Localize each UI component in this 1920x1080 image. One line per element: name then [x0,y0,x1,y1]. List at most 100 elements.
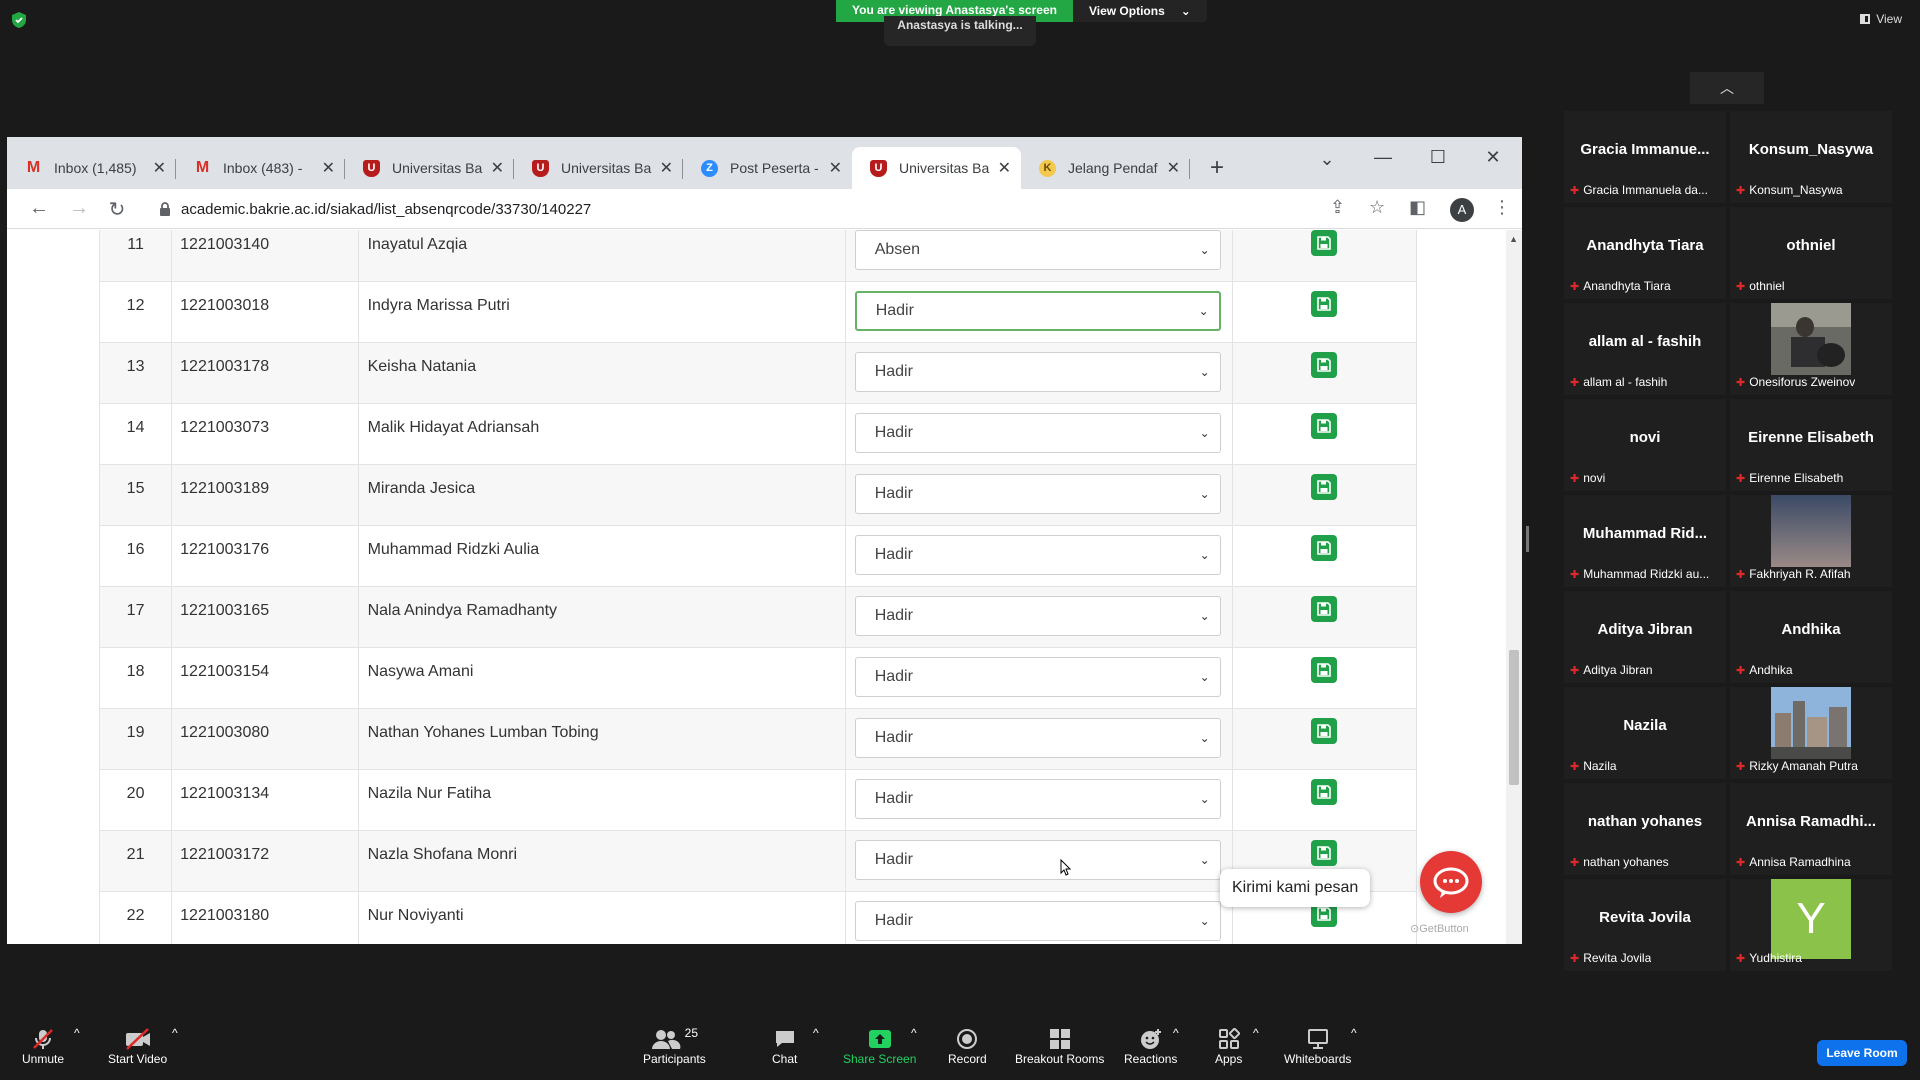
scroll-up-icon[interactable]: ▲ [1509,234,1518,244]
menu-kebab-icon[interactable]: ⋮ [1493,197,1511,218]
browser-tab[interactable]: M Inbox (1,485) ✕ [7,147,176,189]
chat-options-caret[interactable]: ^ [813,1026,819,1040]
leave-room-button[interactable]: Leave Room [1817,1040,1907,1066]
participant-tile[interactable]: Aditya Jibran ✚ Aditya Jibran [1564,591,1726,683]
breakout-rooms-button[interactable]: Breakout Rooms [1015,1026,1104,1066]
close-tab-icon[interactable]: ✕ [829,158,842,178]
close-tab-icon[interactable]: ✕ [491,158,504,178]
chat-prompt-bubble[interactable]: Kirimi kami pesan [1220,869,1371,907]
whiteboards-button[interactable]: Whiteboards [1284,1026,1351,1066]
attendance-status-select[interactable]: Hadir ⌄ [854,779,1221,819]
participant-tile[interactable]: Muhammad Rid... ✚ Muhammad Ridzki au... [1564,495,1726,587]
reactions-button[interactable]: Reactions [1124,1026,1177,1066]
save-button[interactable] [1311,718,1338,744]
start-video-button[interactable]: Start Video [108,1026,167,1066]
apps-options-caret[interactable]: ^ [1253,1026,1259,1040]
security-shield-icon[interactable] [12,12,28,30]
close-window-icon[interactable]: ✕ [1478,147,1508,168]
attendance-status-select[interactable]: Hadir ⌄ [854,352,1221,392]
attendance-status-select[interactable]: Absen ⌄ [854,230,1221,270]
participant-tile[interactable]: Eirenne Elisabeth ✚ Eirenne Elisabeth [1730,399,1892,491]
attendance-status-select[interactable]: Hadir ⌄ [854,291,1221,331]
browser-tab[interactable]: K Jelang Pendaf ✕ [1021,147,1190,189]
close-tab-icon[interactable]: ✕ [998,158,1011,178]
chevron-down-icon: ⌄ [1180,4,1191,18]
scroll-thumb[interactable] [1509,650,1519,785]
participant-tile[interactable]: othniel ✚ othniel [1730,207,1892,299]
view-options-button[interactable]: View Options ⌄ [1072,0,1207,22]
attendance-status-select[interactable]: Hadir ⌄ [854,901,1221,941]
participant-tile[interactable]: Nazila ✚ Nazila [1564,687,1726,779]
participant-tile[interactable]: Andhika ✚ Andhika [1730,591,1892,683]
participant-tile[interactable]: Annisa Ramadhi... ✚ Annisa Ramadhina [1730,783,1892,875]
apps-button[interactable]: Apps [1215,1026,1242,1066]
new-tab-icon[interactable]: + [1210,154,1224,182]
participant-tile[interactable]: Anandhyta Tiara ✚ Anandhyta Tiara [1564,207,1726,299]
save-button[interactable] [1311,413,1338,439]
close-tab-icon[interactable]: ✕ [153,158,166,178]
resize-handle[interactable] [1526,526,1529,552]
chat-widget-button[interactable] [1420,851,1482,913]
save-button[interactable] [1311,230,1338,256]
attendance-status-select[interactable]: Hadir ⌄ [854,596,1221,636]
tab-search-icon[interactable]: ⌄ [1312,149,1342,170]
share-options-caret[interactable]: ^ [911,1026,917,1040]
minimize-icon[interactable]: — [1368,147,1398,168]
address-bar[interactable]: academic.bakrie.ac.id/siakad/list_absenq… [145,193,1323,225]
attendance-status-select[interactable]: Hadir ⌄ [854,413,1221,453]
participant-tile[interactable]: Revita Jovila ✚ Revita Jovila [1564,879,1726,971]
unmute-button[interactable]: Unmute [22,1026,64,1066]
back-icon[interactable]: ← [27,197,51,220]
bookmark-star-icon[interactable]: ☆ [1369,197,1385,218]
attendance-status-select[interactable]: Hadir ⌄ [854,474,1221,514]
record-button[interactable]: Record [948,1026,987,1066]
profile-avatar[interactable]: A [1450,198,1474,222]
getbutton-branding[interactable]: ⊙GetButton [1410,922,1469,935]
forward-icon[interactable]: → [67,197,91,220]
chat-button[interactable]: Chat [772,1026,797,1066]
close-tab-icon[interactable]: ✕ [660,158,673,178]
save-button[interactable] [1311,474,1338,500]
save-button[interactable] [1311,840,1338,866]
collapse-gallery-button[interactable]: ︿ [1690,72,1764,104]
participant-tile[interactable]: Gracia Immanue... ✚ Gracia Immanuela da... [1564,111,1726,203]
attendance-status-select[interactable]: Hadir ⌄ [854,718,1221,758]
save-button[interactable] [1311,535,1338,561]
save-button[interactable] [1311,657,1338,683]
save-button[interactable] [1311,779,1338,805]
attendance-status-select[interactable]: Hadir ⌄ [854,840,1221,880]
reactions-options-caret[interactable]: ^ [1173,1026,1179,1040]
whiteboards-options-caret[interactable]: ^ [1351,1026,1357,1040]
side-panel-icon[interactable]: ◧ [1409,197,1426,218]
browser-tab[interactable]: U Universitas Ba ✕ [345,147,514,189]
participant-tile[interactable]: novi ✚ novi [1564,399,1726,491]
participant-tile[interactable]: Konsum_Nasywa ✚ Konsum_Nasywa [1730,111,1892,203]
share-page-icon[interactable]: ⇪ [1330,197,1345,218]
participants-button[interactable]: 25 Participants [643,1026,706,1066]
participant-tile[interactable]: ✚ Rizky Amanah Putra [1730,687,1892,779]
save-button[interactable] [1311,596,1338,622]
browser-tab[interactable]: U Universitas Ba ✕ [514,147,683,189]
share-screen-button[interactable]: Share Screen [843,1026,916,1066]
browser-tab-active[interactable]: U Universitas Ba ✕ [852,147,1021,189]
save-button[interactable] [1311,352,1338,378]
participant-tile[interactable]: allam al - fashih ✚ allam al - fashih [1564,303,1726,395]
attendance-status-select[interactable]: Hadir ⌄ [854,535,1221,575]
close-tab-icon[interactable]: ✕ [322,158,335,178]
browser-tab[interactable]: M Inbox (483) - ✕ [176,147,345,189]
audio-options-caret[interactable]: ^ [74,1026,80,1040]
browser-tab[interactable]: Z Post Peserta - ✕ [683,147,852,189]
participant-tile[interactable]: Y ✚ Yudhistira [1730,879,1892,971]
participant-tile[interactable]: nathan yohanes ✚ nathan yohanes [1564,783,1726,875]
reload-icon[interactable]: ↻ [105,197,129,222]
participant-tile[interactable]: ✚ Fakhriyah R. Afifah [1730,495,1892,587]
video-options-caret[interactable]: ^ [172,1026,178,1040]
maximize-icon[interactable]: ☐ [1423,147,1453,168]
close-tab-icon[interactable]: ✕ [1167,158,1180,178]
action-cell [1231,281,1418,343]
save-button[interactable] [1311,291,1338,317]
view-button[interactable]: View [1860,12,1902,26]
participant-tile[interactable]: ✚ Onesiforus Zweinov [1730,303,1892,395]
attendance-status-select[interactable]: Hadir ⌄ [854,657,1221,697]
page-scrollbar[interactable]: ▲ [1506,230,1522,944]
